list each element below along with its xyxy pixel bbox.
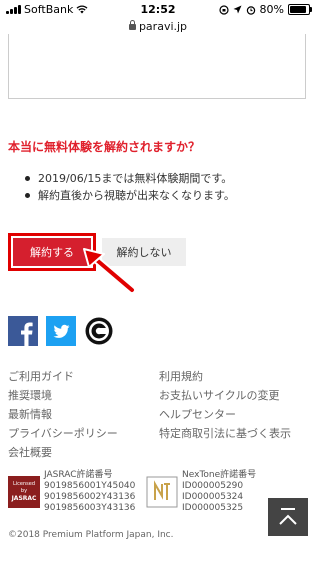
nextone-number: ID000005324 <box>182 492 244 502</box>
battery-percent: 80% <box>259 3 284 16</box>
battery-icon <box>288 4 312 15</box>
scroll-top-icon <box>279 508 297 525</box>
status-right: 80% <box>218 3 312 16</box>
nextone-text: NexTone許諾番号 ID000005290 ID000005324 ID00… <box>182 470 256 514</box>
link-help-center[interactable]: ヘルプセンター <box>159 407 291 426</box>
notice-list: 2019/06/15までは無料体験期間です。 解約直後から視聴が出来なくなります… <box>22 170 235 204</box>
jasrac-number: 9019856002Y43136 <box>44 492 136 502</box>
alarm-icon <box>246 5 255 15</box>
link-payment-cycle[interactable]: お支払いサイクルの変更 <box>159 388 291 407</box>
link-news[interactable]: 最新情報 <box>8 407 118 426</box>
jasrac-number: 9019856003Y43136 <box>44 503 136 513</box>
nextone-number: ID000005290 <box>182 481 244 491</box>
link-commercial-law[interactable]: 特定商取引法に基づく表示 <box>159 426 291 445</box>
notice-item: 解約直後から視聴が出来なくなります。 <box>22 187 235 204</box>
annotation-arrow-icon <box>83 248 136 294</box>
link-recommended-env[interactable]: 推奨環境 <box>8 388 118 407</box>
cancel-question: 本当に無料体験を解約されますか？ <box>8 140 201 154</box>
twitter-icon[interactable] <box>46 316 76 346</box>
nextone-logo-icon <box>146 476 178 508</box>
url-bar[interactable]: paravi.jp <box>0 20 316 34</box>
nextone-title: NexTone許諾番号 <box>182 470 257 480</box>
orientation-lock-icon <box>218 4 229 15</box>
nextone-number: ID000005325 <box>182 503 244 513</box>
copyright: ©2018 Premium Platform Japan, Inc. <box>8 530 174 540</box>
jasrac-logo-line-3: JASRAC <box>11 495 37 502</box>
status-bar: SoftBank 12:52 80% <box>0 0 316 20</box>
jasrac-title: JASRAC許諾番号 <box>44 470 113 480</box>
url-domain: paravi.jp <box>138 20 188 33</box>
footer-links-right: 利用規約 お支払いサイクルの変更 ヘルプセンター 特定商取引法に基づく表示 <box>159 369 291 445</box>
jasrac-text: JASRAC許諾番号 9019856001Y45040 9019856002Y4… <box>44 470 135 514</box>
link-company[interactable]: 会社概要 <box>8 445 118 464</box>
social-links <box>8 316 114 346</box>
link-terms[interactable]: 利用規約 <box>159 369 291 388</box>
c-logo-icon[interactable] <box>84 316 114 346</box>
link-user-guide[interactable]: ご利用ガイド <box>8 369 118 388</box>
jasrac-logo-icon: Licensed by JASRAC <box>8 476 40 508</box>
facebook-icon[interactable] <box>8 316 38 346</box>
notice-item: 2019/06/15までは無料体験期間です。 <box>22 170 235 187</box>
reason-textarea[interactable] <box>8 34 306 99</box>
scroll-top-button[interactable] <box>268 498 308 536</box>
jasrac-number: 9019856001Y45040 <box>44 481 136 491</box>
footer-links-left: ご利用ガイド 推奨環境 最新情報 プライバシーポリシー 会社概要 <box>8 369 118 464</box>
jasrac-logo-line-2: by <box>21 488 27 494</box>
jasrac-logo-line-1: Licensed <box>13 481 35 487</box>
link-privacy-policy[interactable]: プライバシーポリシー <box>8 426 118 445</box>
location-icon <box>233 5 242 14</box>
lock-icon <box>128 20 136 30</box>
